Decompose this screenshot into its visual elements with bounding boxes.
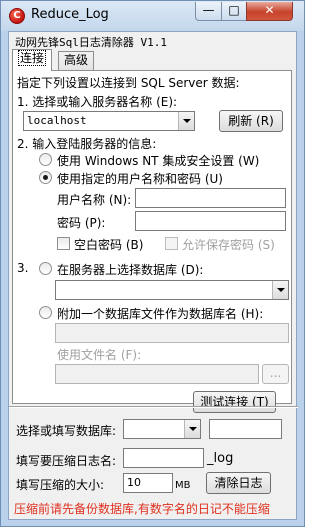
- close-button[interactable]: ✕: [246, 2, 293, 21]
- step3-label: 3.: [17, 261, 29, 275]
- attach-db-input[interactable]: [55, 323, 289, 343]
- attach-db-radio[interactable]: [39, 306, 52, 319]
- save-password-checkbox[interactable]: [165, 237, 178, 250]
- save-password-label: 允许保存密码 (S): [182, 238, 275, 252]
- window-title: Reduce_Log: [31, 7, 109, 22]
- app-subtitle: 动网先锋Sql日志清除器 V1.1: [15, 36, 167, 49]
- select-db-bottom-label: 选择或填写数据库:: [16, 424, 117, 438]
- size-unit: MB: [175, 480, 191, 491]
- client-area: 动网先锋Sql日志清除器 V1.1 连接 高级 指定下列设置以连接到 SQL S…: [8, 31, 298, 520]
- use-filename-label: 使用文件名 (F):: [57, 348, 142, 362]
- connect-tab-page: 指定下列设置以连接到 SQL Server 数据: 1. 选择或输入服务器名称 …: [12, 70, 292, 413]
- size-input[interactable]: 10: [123, 473, 173, 493]
- browse-button[interactable]: ...: [262, 364, 289, 384]
- tab-connect-label: 连接: [18, 50, 47, 66]
- maximize-button[interactable]: □: [221, 2, 247, 21]
- log-name-label: 填写要压缩日志名:: [16, 454, 117, 468]
- app-window: C Reduce_Log — □ ✕ 动网先锋Sql日志清除器 V1.1 连接 …: [0, 0, 305, 527]
- select-db-radio[interactable]: [39, 262, 52, 275]
- windows-auth-label[interactable]: 使用 Windows NT 集成安全设置 (W): [57, 152, 259, 169]
- log-suffix: _log: [207, 451, 234, 466]
- sql-auth-label[interactable]: 使用指定的用户名称和密码 (U): [57, 170, 223, 187]
- database-name-input[interactable]: [209, 419, 282, 439]
- server-value: localhost: [27, 114, 87, 127]
- database-combo[interactable]: [55, 280, 289, 300]
- refresh-button[interactable]: 刷新 (R): [219, 110, 283, 132]
- database-dropdown-icon[interactable]: [272, 281, 288, 299]
- app-logo-icon: C: [9, 8, 25, 24]
- server-dropdown-icon[interactable]: [178, 112, 194, 130]
- connect-intro: 指定下列设置以连接到 SQL Server 数据:: [17, 76, 240, 90]
- tab-connect[interactable]: 连接: [12, 49, 53, 71]
- blank-password-label[interactable]: 空白密码 (B): [74, 236, 143, 253]
- tab-advanced[interactable]: 高级: [58, 51, 95, 70]
- username-input[interactable]: [135, 188, 286, 208]
- filename-input[interactable]: [55, 364, 259, 384]
- select-db-label[interactable]: 在服务器上选择数据库 (D):: [57, 261, 203, 278]
- sql-auth-radio[interactable]: [39, 171, 52, 184]
- test-connection-button[interactable]: 测试连接 (T): [193, 391, 276, 413]
- bottom-database-combo[interactable]: [123, 419, 201, 439]
- blank-password-checkbox[interactable]: [57, 237, 70, 250]
- username-label: 用户名称 (N):: [57, 193, 132, 207]
- windows-auth-radio[interactable]: [39, 153, 52, 166]
- bottom-database-dropdown-icon[interactable]: [184, 420, 200, 438]
- title-bar[interactable]: C Reduce_Log — □ ✕: [1, 1, 304, 31]
- server-combo[interactable]: localhost: [23, 111, 195, 131]
- attach-db-label[interactable]: 附加一个数据库文件作为数据库名 (H):: [57, 305, 263, 322]
- backup-warning: 压缩前请先备份数据库,有数字名的日记不能压缩: [14, 502, 270, 516]
- password-label: 密码 (P):: [57, 216, 106, 230]
- divider: [9, 406, 298, 408]
- clear-log-button[interactable]: 清除日志: [206, 472, 271, 494]
- minimize-button[interactable]: —: [195, 2, 222, 21]
- step1-label: 1. 选择或输入服务器名称 (E):: [17, 95, 178, 109]
- size-label: 填写压缩的大小:: [16, 478, 105, 492]
- password-input[interactable]: [135, 211, 286, 231]
- log-name-input[interactable]: [123, 448, 204, 468]
- step2-label: 2. 输入登陆服务器的信息:: [17, 137, 157, 151]
